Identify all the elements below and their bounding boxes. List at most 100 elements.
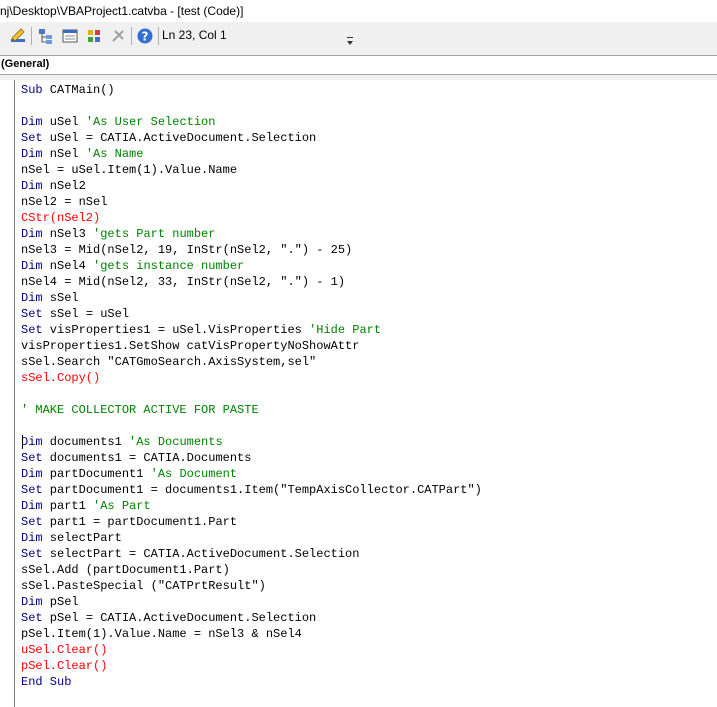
code-line[interactable]: End Sub bbox=[21, 674, 482, 690]
code-line[interactable]: Set part1 = partDocument1.Part bbox=[21, 514, 482, 530]
code-keyword: End Sub bbox=[21, 675, 72, 689]
code-line[interactable]: Set uSel = CATIA.ActiveDocument.Selectio… bbox=[21, 130, 482, 146]
code-editor[interactable]: Sub CATMain() Dim uSel 'As User Selection… bbox=[0, 80, 717, 707]
code-token: partDocument1 bbox=[42, 467, 151, 481]
properties-window-button[interactable] bbox=[60, 26, 80, 46]
code-keyword: Dim bbox=[21, 467, 43, 481]
code-token: documents1 = CATIA.Documents bbox=[42, 451, 252, 465]
code-line[interactable]: Dim pSel bbox=[21, 594, 482, 610]
code-line[interactable] bbox=[21, 386, 482, 402]
object-browser-icon bbox=[88, 30, 100, 42]
code-line[interactable]: Dim selectPart bbox=[21, 530, 482, 546]
code-comment: 'As Document bbox=[150, 467, 238, 481]
help-button[interactable]: ? bbox=[135, 26, 155, 46]
code-error: pSel.Clear() bbox=[21, 659, 108, 673]
code-line[interactable]: CStr(nSel2) bbox=[21, 210, 482, 226]
code-line[interactable]: uSel.Clear() bbox=[21, 642, 482, 658]
help-icon: ? bbox=[137, 28, 153, 44]
code-line[interactable]: Dim nSel3 'gets Part number bbox=[21, 226, 482, 242]
project-explorer-icon bbox=[39, 29, 52, 44]
code-token: selectPart = CATIA.ActiveDocument.Select… bbox=[42, 547, 360, 561]
code-keyword: Dim bbox=[21, 115, 43, 129]
code-line[interactable]: Set sSel = uSel bbox=[21, 306, 482, 322]
code-line[interactable]: Set pSel = CATIA.ActiveDocument.Selectio… bbox=[21, 610, 482, 626]
title-bar: nj\Desktop\VBAProject1.catvba - [test (C… bbox=[0, 0, 717, 22]
code-keyword: Set bbox=[21, 323, 43, 337]
code-token: pSel = CATIA.ActiveDocument.Selection bbox=[42, 611, 317, 625]
code-line[interactable]: Sub CATMain() bbox=[21, 82, 482, 98]
code-error: uSel.Clear() bbox=[21, 643, 108, 657]
code-token: partDocument1 = documents1.Item("TempAxi… bbox=[42, 483, 482, 497]
code-line[interactable]: pSel.Item(1).Value.Name = nSel3 & nSel4 bbox=[21, 626, 482, 642]
code-line[interactable]: sSel.Add (partDocument1.Part) bbox=[21, 562, 482, 578]
toolbar-options-icon bbox=[347, 37, 353, 45]
code-comment: 'gets Part number bbox=[93, 227, 216, 241]
code-comment: 'As Name bbox=[85, 147, 144, 161]
object-browser-button[interactable] bbox=[84, 26, 104, 46]
code-line[interactable]: Dim documents1 'As Documents bbox=[21, 434, 482, 450]
code-line[interactable]: pSel.Clear() bbox=[21, 658, 482, 674]
code-line[interactable]: nSel3 = Mid(nSel2, 19, InStr(nSel2, ".")… bbox=[21, 242, 482, 258]
code-keyword: Set bbox=[21, 483, 43, 497]
window-title: nj\Desktop\VBAProject1.catvba - [test (C… bbox=[0, 4, 244, 18]
code-comment: 'As User Selection bbox=[85, 115, 216, 129]
project-explorer-button[interactable] bbox=[36, 26, 56, 46]
code-keyword: Set bbox=[21, 131, 43, 145]
margin-indicator-bar[interactable] bbox=[0, 80, 15, 707]
code-token: sSel.Add (partDocument1.Part) bbox=[21, 563, 230, 577]
code-keyword: Set bbox=[21, 515, 43, 529]
code-token: pSel bbox=[42, 595, 79, 609]
code-comment: 'As Part bbox=[93, 499, 151, 513]
code-token: nSel bbox=[42, 147, 86, 161]
code-line[interactable]: Set documents1 = CATIA.Documents bbox=[21, 450, 482, 466]
code-line[interactable]: nSel4 = Mid(nSel2, 33, InStr(nSel2, ".")… bbox=[21, 274, 482, 290]
code-line[interactable]: Dim partDocument1 'As Document bbox=[21, 466, 482, 482]
toolbar-separator bbox=[158, 27, 159, 45]
code-line[interactable] bbox=[21, 418, 482, 434]
code-line[interactable]: Dim nSel2 bbox=[21, 178, 482, 194]
code-text[interactable]: Sub CATMain() Dim uSel 'As User Selection… bbox=[21, 82, 482, 690]
object-combo[interactable]: (General) bbox=[0, 55, 717, 75]
code-keyword: Set bbox=[21, 611, 43, 625]
toolbar-grip[interactable] bbox=[346, 26, 354, 48]
code-line[interactable]: sSel.Copy() bbox=[21, 370, 482, 386]
code-window-header: (General) bbox=[0, 50, 717, 80]
code-line[interactable] bbox=[21, 98, 482, 114]
code-keyword: Dim bbox=[21, 291, 43, 305]
code-keyword: Dim bbox=[21, 147, 43, 161]
code-line[interactable]: Dim sSel bbox=[21, 290, 482, 306]
code-token: uSel bbox=[42, 115, 86, 129]
code-line[interactable]: Dim nSel 'As Name bbox=[21, 146, 482, 162]
code-token: documents1 bbox=[42, 435, 130, 449]
code-line[interactable]: Dim uSel 'As User Selection bbox=[21, 114, 482, 130]
code-token: selectPart bbox=[42, 531, 122, 545]
code-error: CStr(nSel2) bbox=[21, 211, 101, 225]
code-line[interactable]: nSel2 = nSel bbox=[21, 194, 482, 210]
code-error: sSel.Copy() bbox=[21, 371, 101, 385]
code-token: pSel.Item(1).Value.Name = nSel3 & nSel4 bbox=[21, 627, 302, 641]
design-mode-button[interactable] bbox=[8, 26, 28, 46]
code-token: sSel.Search "CATGmoSearch.AxisSystem,sel… bbox=[21, 355, 317, 369]
code-line[interactable]: sSel.Search "CATGmoSearch.AxisSystem,sel… bbox=[21, 354, 482, 370]
code-token: nSel2 bbox=[42, 179, 86, 193]
code-keyword: Set bbox=[21, 451, 43, 465]
toolbox-button[interactable] bbox=[108, 26, 128, 46]
code-line[interactable]: Set visProperties1 = uSel.VisProperties … bbox=[21, 322, 482, 338]
toolbar-separator bbox=[131, 27, 132, 45]
object-combo-value: (General) bbox=[1, 58, 50, 70]
code-line[interactable]: Dim nSel4 'gets instance number bbox=[21, 258, 482, 274]
code-token: CATMain() bbox=[42, 83, 115, 97]
code-keyword: Dim bbox=[21, 435, 43, 449]
text-caret bbox=[22, 435, 23, 449]
cursor-position: Ln 23, Col 1 bbox=[162, 28, 227, 42]
code-line[interactable]: visProperties1.SetShow catVisPropertyNoS… bbox=[21, 338, 482, 354]
code-line[interactable]: ' MAKE COLLECTOR ACTIVE FOR PASTE bbox=[21, 402, 482, 418]
code-line[interactable]: nSel = uSel.Item(1).Value.Name bbox=[21, 162, 482, 178]
code-comment: 'Hide Part bbox=[309, 323, 382, 337]
code-line[interactable]: Set selectPart = CATIA.ActiveDocument.Se… bbox=[21, 546, 482, 562]
code-line[interactable]: Dim part1 'As Part bbox=[21, 498, 482, 514]
code-line[interactable]: sSel.PasteSpecial ("CATPrtResult") bbox=[21, 578, 482, 594]
code-token: nSel2 = nSel bbox=[21, 195, 108, 209]
code-line[interactable]: Set partDocument1 = documents1.Item("Tem… bbox=[21, 482, 482, 498]
code-keyword: Dim bbox=[21, 499, 43, 513]
